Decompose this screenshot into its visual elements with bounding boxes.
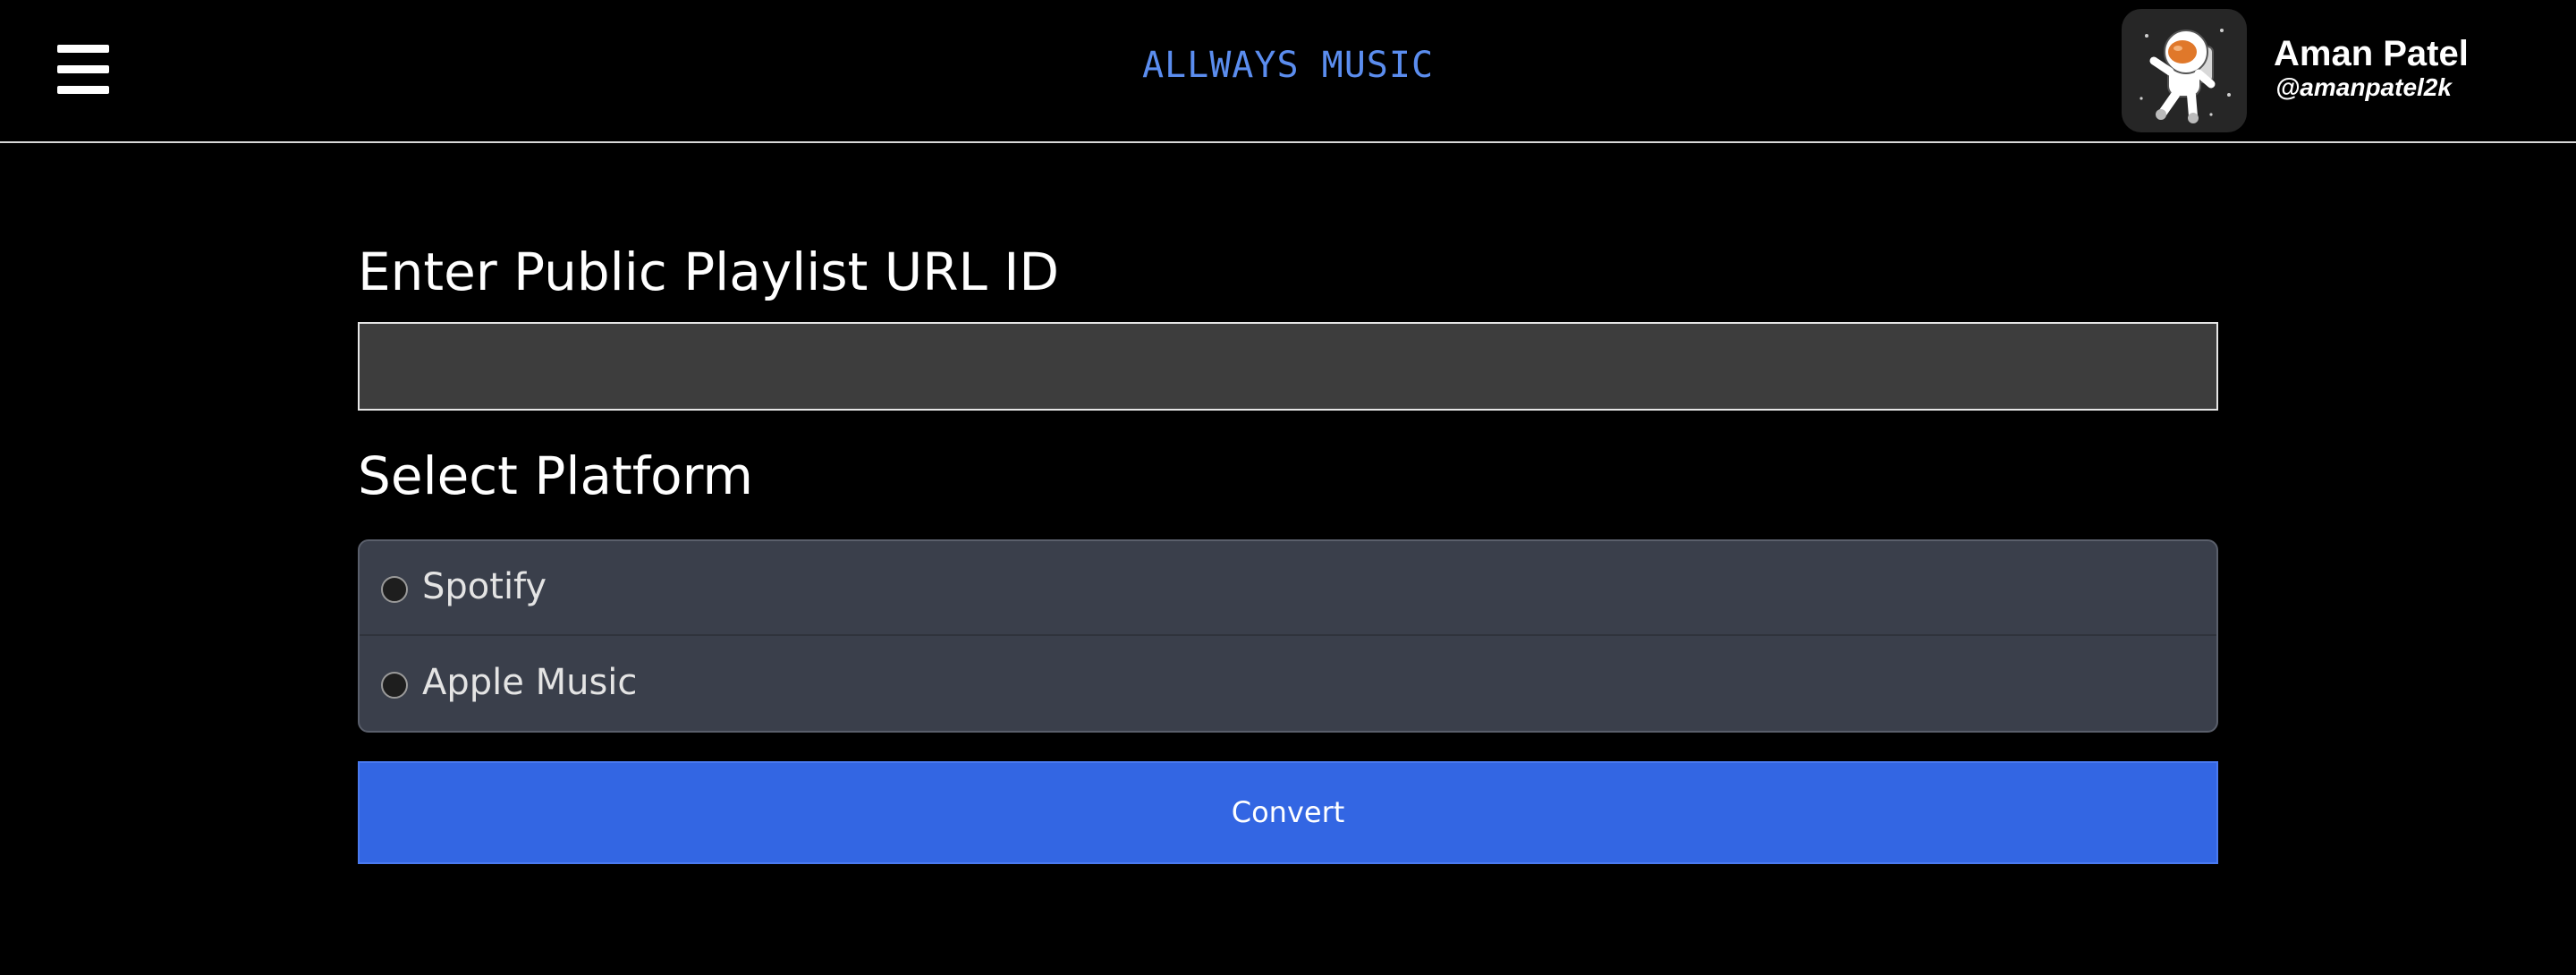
menu-bar-bottom: [57, 86, 109, 94]
convert-button[interactable]: Convert: [358, 761, 2218, 864]
avatar-image: [2140, 29, 2231, 123]
platform-option-label: Spotify: [422, 566, 547, 607]
url-label: Enter Public Playlist URL ID: [358, 242, 1060, 302]
menu-bar-top: [57, 45, 109, 53]
app-page: ALLWAYS MUSIC Aman Patel @amanpatel2k En…: [0, 0, 2576, 975]
app-title: ALLWAYS MUSIC: [1141, 45, 1435, 86]
platform-options: Spotify Apple Music: [358, 539, 2218, 733]
platform-option-apple-music[interactable]: Apple Music: [360, 637, 2216, 731]
platform-label: Select Platform: [358, 445, 753, 506]
hamburger-menu-icon[interactable]: [57, 45, 111, 95]
spotify-radio[interactable]: [381, 576, 408, 603]
astronaut-avatar-icon[interactable]: [2122, 9, 2247, 132]
menu-bar-middle: [57, 65, 109, 73]
playlist-url-input[interactable]: [358, 322, 2218, 411]
user-handle: @amanpatel2k: [2275, 73, 2452, 101]
user-name: Aman Patel: [2274, 34, 2469, 73]
platform-option-spotify[interactable]: Spotify: [360, 541, 2216, 636]
apple-music-radio[interactable]: [381, 672, 408, 699]
top-header: ALLWAYS MUSIC Aman Patel @amanpatel2k: [0, 0, 2576, 143]
platform-option-label: Apple Music: [422, 662, 638, 703]
